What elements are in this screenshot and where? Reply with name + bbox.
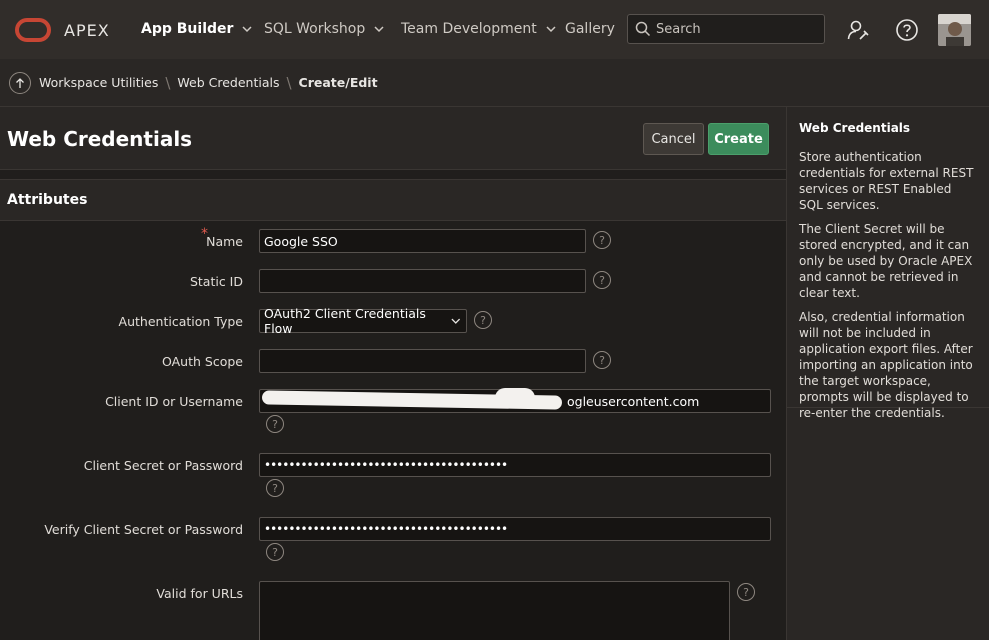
static-id-label: Static ID bbox=[189, 274, 243, 289]
chevron-down-icon bbox=[242, 26, 252, 33]
breadcrumb-workspace-utilities[interactable]: Workspace Utilities bbox=[39, 75, 158, 90]
nav-gallery-label: Gallery bbox=[565, 21, 615, 37]
help-icon[interactable]: ? bbox=[266, 479, 284, 497]
nav-team-development-label: Team Development bbox=[401, 21, 537, 37]
brand-name[interactable]: APEX bbox=[64, 21, 110, 40]
up-arrow-icon[interactable] bbox=[9, 71, 31, 94]
auth-type-label: Authentication Type bbox=[118, 314, 243, 329]
help-panel-title: Web Credentials bbox=[799, 121, 911, 135]
client-id-visible-text: ogleusercontent.com bbox=[567, 394, 700, 409]
nav-sql-workshop-label: SQL Workshop bbox=[264, 21, 366, 37]
help-icon[interactable] bbox=[895, 18, 919, 42]
nav-team-development[interactable]: Team Development bbox=[401, 21, 557, 37]
help-icon[interactable]: ? bbox=[737, 583, 755, 601]
chevron-down-icon bbox=[451, 318, 461, 324]
search-placeholder: Search bbox=[656, 21, 701, 37]
help-icon[interactable]: ? bbox=[593, 351, 611, 369]
static-id-field[interactable] bbox=[259, 269, 586, 293]
breadcrumb-current: Create/Edit bbox=[298, 75, 378, 90]
avatar-image-icon bbox=[938, 14, 971, 46]
help-icon[interactable]: ? bbox=[593, 231, 611, 249]
valid-urls-textarea[interactable] bbox=[259, 581, 730, 640]
client-secret-field[interactable]: •••••••••••••••••••••••••••••••••••••••• bbox=[259, 453, 771, 477]
help-paragraph: The Client Secret will be stored encrypt… bbox=[799, 222, 973, 300]
help-icon[interactable]: ? bbox=[266, 415, 284, 433]
oauth-scope-field[interactable] bbox=[259, 349, 586, 373]
region-title: Attributes bbox=[7, 192, 88, 208]
valid-urls-label: Valid for URLs bbox=[156, 586, 243, 601]
breadcrumb: Workspace Utilities \ Web Credentials \ … bbox=[0, 59, 989, 107]
help-paragraph: Also, credential information will not be… bbox=[799, 310, 973, 420]
client-id-label: Client ID or Username bbox=[105, 394, 243, 409]
chevron-down-icon bbox=[374, 26, 384, 33]
name-field[interactable]: Google SSO bbox=[259, 229, 586, 253]
administration-icon[interactable] bbox=[846, 18, 870, 42]
help-panel-section: Web Credentials Store authentication cre… bbox=[787, 107, 989, 420]
oracle-logo-icon[interactable] bbox=[15, 18, 51, 42]
nav-app-builder[interactable]: App Builder bbox=[141, 21, 253, 37]
verify-secret-field[interactable]: •••••••••••••••••••••••••••••••••••••••• bbox=[259, 517, 771, 541]
top-header: APEX App Builder SQL Workshop Team Devel… bbox=[0, 0, 989, 59]
chevron-down-icon bbox=[546, 26, 556, 33]
nav-sql-workshop[interactable]: SQL Workshop bbox=[264, 21, 385, 37]
help-icon[interactable]: ? bbox=[266, 543, 284, 561]
auth-type-value: OAuth2 Client Credentials Flow bbox=[264, 306, 426, 336]
breadcrumb-separator: \ bbox=[165, 73, 171, 92]
cancel-button[interactable]: Cancel bbox=[643, 123, 704, 155]
search-input[interactable]: Search bbox=[627, 14, 825, 44]
help-icon[interactable]: ? bbox=[474, 311, 492, 329]
name-label: Name bbox=[206, 234, 243, 249]
redaction-mark bbox=[495, 388, 535, 408]
nav-app-builder-label: App Builder bbox=[141, 21, 234, 37]
help-panel: Web Credentials Store authentication cre… bbox=[786, 107, 989, 640]
page-title: Web Credentials bbox=[7, 127, 193, 151]
oauth-scope-label: OAuth Scope bbox=[162, 354, 243, 369]
breadcrumb-separator: \ bbox=[286, 73, 292, 92]
attributes-region-header: Attributes bbox=[0, 179, 786, 221]
verify-secret-label: Verify Client Secret or Password bbox=[44, 522, 243, 537]
create-button[interactable]: Create bbox=[708, 123, 769, 155]
auth-type-select[interactable]: OAuth2 Client Credentials Flow bbox=[259, 306, 467, 336]
help-icon[interactable]: ? bbox=[593, 271, 611, 289]
search-icon bbox=[635, 21, 651, 37]
client-secret-label: Client Secret or Password bbox=[83, 458, 243, 473]
help-paragraph: Store authentication credentials for ext… bbox=[799, 150, 974, 212]
nav-gallery[interactable]: Gallery bbox=[565, 21, 615, 37]
breadcrumb-web-credentials[interactable]: Web Credentials bbox=[177, 75, 279, 90]
user-avatar[interactable] bbox=[938, 14, 971, 46]
